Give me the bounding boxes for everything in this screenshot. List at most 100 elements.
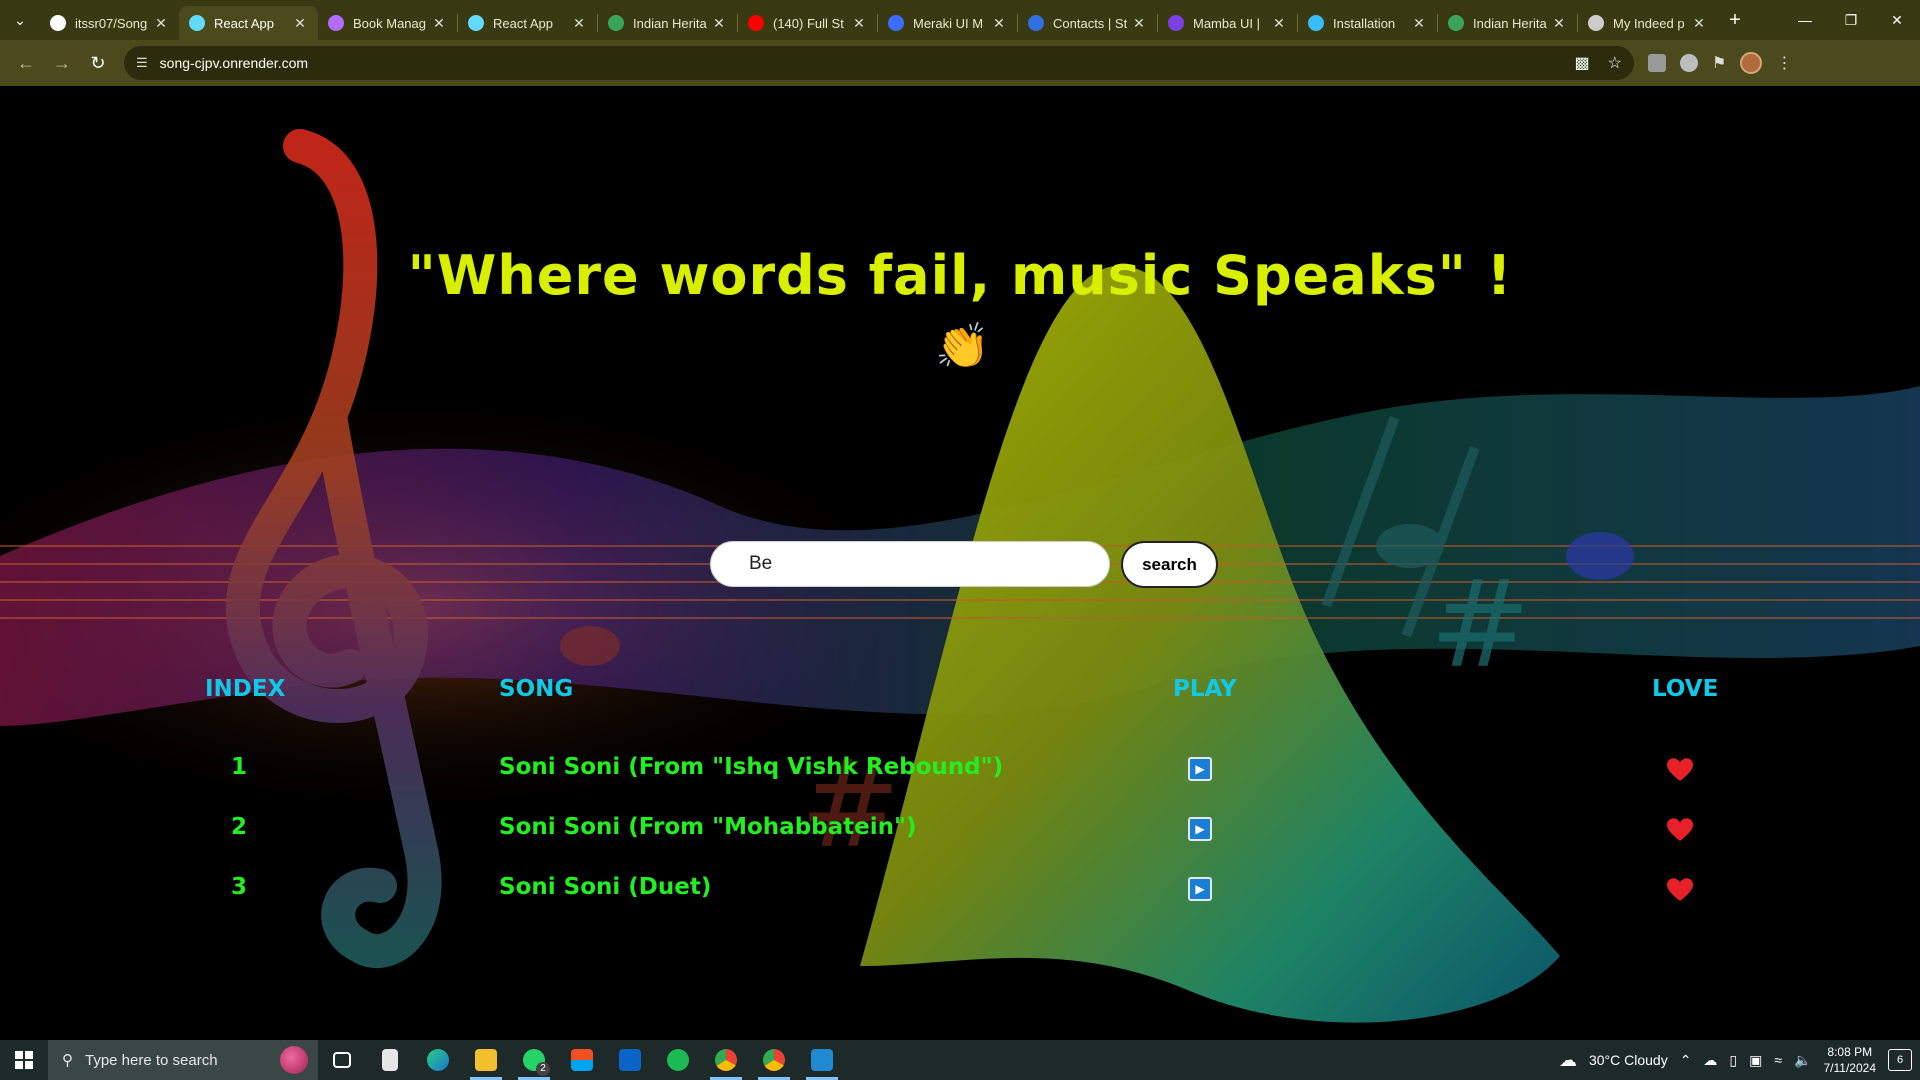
minimize-icon[interactable]: — xyxy=(1782,0,1828,40)
close-tab-icon[interactable]: ✕ xyxy=(711,15,727,32)
browser-tab[interactable]: Book Manag ✕ xyxy=(318,6,457,40)
close-tab-icon[interactable]: ✕ xyxy=(1411,15,1427,32)
extension-icon[interactable] xyxy=(1648,54,1666,72)
close-tab-icon[interactable]: ✕ xyxy=(1551,15,1567,32)
clock-date: 7/11/2024 xyxy=(1823,1061,1877,1075)
close-tab-icon[interactable]: ✕ xyxy=(1691,15,1707,32)
indeed-icon xyxy=(1588,15,1604,31)
back-icon[interactable]: ← xyxy=(8,45,44,81)
close-tab-icon[interactable]: ✕ xyxy=(571,15,587,32)
close-tab-icon[interactable]: ✕ xyxy=(1271,15,1287,32)
spotify-icon[interactable] xyxy=(654,1040,702,1080)
song-search-input[interactable] xyxy=(710,541,1110,587)
url-text: song-cjpv.onrender.com xyxy=(159,55,309,71)
love-heart-icon[interactable] xyxy=(1667,878,1693,902)
contacts-icon xyxy=(1028,15,1044,31)
close-tab-icon[interactable]: ✕ xyxy=(153,15,169,32)
tab-title: Indian Herita xyxy=(633,15,707,31)
vite-icon xyxy=(328,15,344,31)
browser-toolbar: ← → ↻ ☰ song-cjpv.onrender.com ▩ ☆ ⚑ ⋮ xyxy=(0,40,1920,86)
system-clock[interactable]: 8:08 PM 7/11/2024 xyxy=(1824,1044,1877,1076)
windows-start-icon[interactable] xyxy=(0,1040,48,1080)
new-tab-button[interactable]: + xyxy=(1717,0,1753,40)
browser-tab[interactable]: Contacts | St ✕ xyxy=(1018,6,1157,40)
tab-title: React App xyxy=(214,15,274,31)
taskbar-search-placeholder: Type here to search xyxy=(85,1051,218,1069)
show-hidden-icons-chevron-icon[interactable]: ⌃ xyxy=(1680,1052,1692,1069)
love-heart-icon[interactable] xyxy=(1667,758,1693,782)
tab-title: Mamba UI | xyxy=(1193,15,1260,31)
close-tab-icon[interactable]: ✕ xyxy=(292,15,308,32)
reload-icon[interactable]: ↻ xyxy=(80,45,116,81)
address-bar[interactable]: ☰ song-cjpv.onrender.com ▩ ☆ xyxy=(124,46,1634,80)
browser-tab[interactable]: Meraki UI M ✕ xyxy=(878,6,1017,40)
microsoft-store-icon[interactable] xyxy=(558,1040,606,1080)
site-info-icon[interactable]: ☰ xyxy=(136,55,148,71)
window-controls: — ❐ ✕ xyxy=(1782,0,1920,40)
onedrive-icon[interactable]: ☁ xyxy=(1703,1052,1717,1069)
tab-title: Meraki UI M xyxy=(913,15,984,31)
notepad-icon[interactable] xyxy=(366,1040,414,1080)
react-icon xyxy=(189,15,205,31)
close-tab-icon[interactable]: ✕ xyxy=(851,15,867,32)
browser-tab[interactable]: Indian Herita ✕ xyxy=(1438,6,1577,40)
install-app-icon[interactable]: ▩ xyxy=(1575,53,1590,73)
bookmark-star-icon[interactable]: ☆ xyxy=(1608,53,1622,73)
search-icon: ⚲ xyxy=(62,1052,73,1069)
search-button[interactable]: search xyxy=(1121,541,1218,588)
browser-tab[interactable]: Installation ✕ xyxy=(1298,6,1437,40)
close-window-icon[interactable]: ✕ xyxy=(1874,0,1920,40)
hero-quote: "Where words fail, music Speaks" ! xyxy=(407,244,1513,307)
battery-icon[interactable]: ▯ xyxy=(1729,1052,1737,1069)
play-button-icon[interactable]: ▶ xyxy=(1188,817,1212,841)
tab-title: Book Manag xyxy=(353,15,426,31)
youtube-icon xyxy=(748,15,764,31)
browser-menu-icon[interactable]: ⋮ xyxy=(1776,53,1792,73)
tab-search-chevron-icon[interactable]: ⌄ xyxy=(0,0,40,40)
browser-tab[interactable]: React App ✕ xyxy=(179,6,318,40)
browser-tab[interactable]: itssr07/Song ✕ xyxy=(40,6,179,40)
extensions-puzzle-icon[interactable]: ⚑ xyxy=(1712,53,1726,73)
globe-icon xyxy=(608,15,624,31)
song-index: 3 xyxy=(230,874,247,900)
search-highlight-icon xyxy=(280,1046,308,1074)
file-explorer-icon[interactable] xyxy=(462,1040,510,1080)
task-view-icon[interactable] xyxy=(318,1040,366,1080)
weather-cloud-icon[interactable]: ☁ xyxy=(1559,1050,1577,1071)
mamba-icon xyxy=(1168,15,1184,31)
browser-tab[interactable]: My Indeed p ✕ xyxy=(1578,6,1717,40)
mail-icon[interactable] xyxy=(606,1040,654,1080)
svg-text:#: # xyxy=(1430,556,1531,695)
volume-icon[interactable]: 🔈 xyxy=(1794,1052,1811,1069)
forward-icon[interactable]: → xyxy=(44,45,80,81)
song-title: Soni Soni (Duet) xyxy=(499,874,712,900)
clock-time: 8:08 PM xyxy=(1827,1045,1873,1059)
play-button-icon[interactable]: ▶ xyxy=(1188,877,1212,901)
whatsapp-icon[interactable]: 2 xyxy=(510,1040,558,1080)
edge-browser-icon[interactable] xyxy=(414,1040,462,1080)
taskbar-search-box[interactable]: ⚲ Type here to search xyxy=(48,1040,318,1080)
extension-circle-icon[interactable] xyxy=(1680,54,1698,72)
profile-avatar[interactable] xyxy=(1740,52,1763,74)
song-title: Soni Soni (From "Ishq Vishk Rebound") xyxy=(499,754,1004,780)
meet-now-icon[interactable]: ▣ xyxy=(1749,1052,1762,1069)
close-tab-icon[interactable]: ✕ xyxy=(991,15,1007,32)
chrome-profile-icon[interactable] xyxy=(702,1040,750,1080)
tab-title: (140) Full St xyxy=(773,15,844,31)
chrome-icon[interactable] xyxy=(750,1040,798,1080)
play-button-icon[interactable]: ▶ xyxy=(1188,757,1212,781)
love-heart-icon[interactable] xyxy=(1667,818,1693,842)
whatsapp-badge: 2 xyxy=(536,1062,550,1076)
browser-tab[interactable]: React App ✕ xyxy=(458,6,597,40)
close-tab-icon[interactable]: ✕ xyxy=(431,15,447,32)
browser-tab[interactable]: Mamba UI | ✕ xyxy=(1158,6,1297,40)
wifi-icon[interactable]: ≈ xyxy=(1774,1052,1782,1068)
notification-center-icon[interactable]: 6 xyxy=(1888,1049,1912,1071)
browser-tab[interactable]: (140) Full St ✕ xyxy=(738,6,877,40)
weather-text[interactable]: 30°C Cloudy xyxy=(1589,1052,1668,1068)
vscode-icon[interactable] xyxy=(798,1040,846,1080)
tab-title: My Indeed p xyxy=(1613,15,1685,31)
restore-icon[interactable]: ❐ xyxy=(1828,0,1874,40)
browser-tab[interactable]: Indian Herita ✕ xyxy=(598,6,737,40)
close-tab-icon[interactable]: ✕ xyxy=(1131,15,1147,32)
